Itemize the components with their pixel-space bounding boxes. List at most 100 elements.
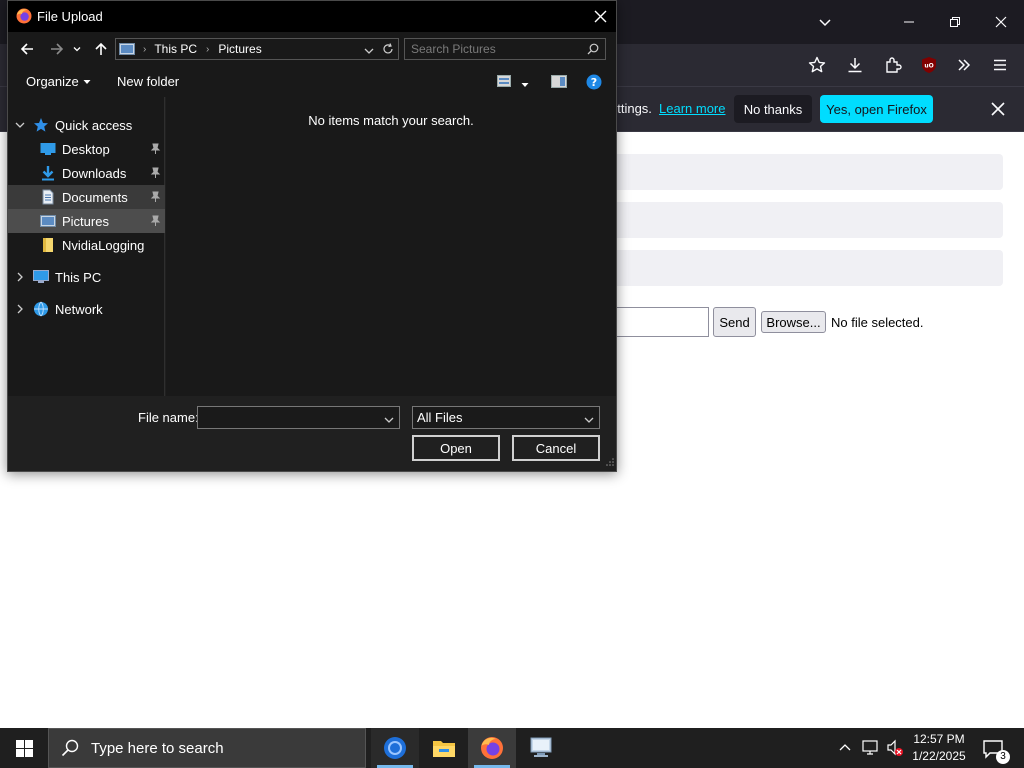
taskbar-app-file-explorer[interactable] xyxy=(420,728,468,768)
close-notice-icon[interactable] xyxy=(984,95,1012,123)
file-name-dropdown-chevron-icon[interactable] xyxy=(384,413,394,428)
desktop-label: Desktop xyxy=(62,141,110,157)
forward-arrow-icon[interactable] xyxy=(46,38,68,60)
file-type-select[interactable]: All Files xyxy=(412,406,600,429)
more-tools-icon[interactable] xyxy=(949,50,979,80)
taskbar-app-firefox[interactable] xyxy=(468,728,516,768)
resize-grip-icon[interactable] xyxy=(606,454,614,469)
file-explorer-icon xyxy=(433,741,455,757)
nav-nvidialogging[interactable]: NvidiaLogging xyxy=(8,233,165,257)
notification-count-badge: 3 xyxy=(996,750,1010,764)
remote-desktop-icon xyxy=(530,737,552,757)
downloads-icon[interactable] xyxy=(840,50,870,80)
volume-muted-icon[interactable] xyxy=(886,739,904,760)
system-clock[interactable]: 12:57 PM 1/22/2025 xyxy=(908,731,970,765)
svg-text:?: ? xyxy=(591,76,597,89)
close-window-icon[interactable] xyxy=(978,0,1024,44)
learn-more-link[interactable]: Learn more xyxy=(659,101,725,116)
minimize-icon[interactable] xyxy=(886,0,932,44)
breadcrumb-this-pc[interactable]: This PC xyxy=(154,42,197,56)
star-icon xyxy=(33,117,49,133)
file-list-pane[interactable]: No items match your search. xyxy=(166,97,616,396)
svg-text:uO: uO xyxy=(924,63,933,70)
action-center-icon[interactable]: 3 xyxy=(982,738,1010,764)
expand-chevron-icon[interactable] xyxy=(15,270,25,285)
expand-chevron-icon[interactable] xyxy=(15,302,25,317)
windows-logo-icon xyxy=(15,739,33,757)
downloads-label: Downloads xyxy=(62,165,127,181)
breadcrumb-separator-icon: › xyxy=(206,43,210,55)
breadcrumb-pictures[interactable]: Pictures xyxy=(218,42,261,56)
nav-this-pc[interactable]: This PC xyxy=(8,265,165,289)
taskbar-search-box[interactable] xyxy=(48,728,366,768)
file-upload-dialog: File Upload › This PC › Pictures Search … xyxy=(7,0,617,472)
page-section-bar xyxy=(610,250,1003,286)
bookmark-star-icon[interactable] xyxy=(802,50,832,80)
empty-message: No items match your search. xyxy=(308,113,474,128)
nav-network[interactable]: Network xyxy=(8,297,165,321)
change-view-icon[interactable] xyxy=(497,75,511,90)
search-box[interactable] xyxy=(404,38,606,60)
dialog-footer: File name: All Files Open Cancel xyxy=(8,396,616,471)
cortana-icon xyxy=(384,737,406,759)
nav-downloads[interactable]: Downloads xyxy=(8,161,165,185)
clock-time: 12:57 PM xyxy=(913,732,965,746)
send-button[interactable]: Send xyxy=(713,307,756,337)
search-input[interactable] xyxy=(411,41,581,57)
help-icon[interactable]: ? xyxy=(586,74,602,93)
page-section-bar xyxy=(610,202,1003,238)
start-button[interactable] xyxy=(0,728,48,768)
computer-icon xyxy=(33,270,49,284)
network-tray-icon[interactable] xyxy=(862,740,880,759)
open-button[interactable]: Open xyxy=(412,435,500,461)
refresh-icon[interactable] xyxy=(382,43,394,58)
nav-pictures[interactable]: Pictures xyxy=(8,209,165,233)
nav-quick-access[interactable]: Quick access xyxy=(8,113,165,137)
ublock-icon[interactable]: uO xyxy=(914,50,944,80)
page-text-input[interactable] xyxy=(610,307,709,337)
network-label: Network xyxy=(55,301,103,317)
cancel-button[interactable]: Cancel xyxy=(512,435,600,461)
file-type-value: All Files xyxy=(417,410,463,425)
taskbar-app-remote-desktop[interactable] xyxy=(517,728,565,768)
taskbar-search-input[interactable] xyxy=(91,739,341,757)
documents-folder-icon xyxy=(40,189,56,205)
firefox-logo-icon xyxy=(16,8,32,24)
expand-chevron-icon[interactable] xyxy=(15,118,25,133)
nav-documents[interactable]: Documents xyxy=(8,185,165,209)
yes-open-firefox-button[interactable]: Yes, open Firefox xyxy=(820,95,933,123)
extensions-icon[interactable] xyxy=(878,50,908,80)
dialog-titlebar: File Upload xyxy=(8,1,616,32)
file-name-label: File name: xyxy=(138,410,199,425)
desktop-folder-icon xyxy=(40,142,56,156)
downloads-folder-icon xyxy=(40,165,56,181)
recent-locations-chevron-icon[interactable] xyxy=(70,38,84,60)
browse-button[interactable]: Browse... xyxy=(761,311,826,333)
view-options-chevron-icon[interactable] xyxy=(521,77,529,92)
nav-desktop[interactable]: Desktop xyxy=(8,137,165,161)
no-thanks-button[interactable]: No thanks xyxy=(734,95,812,123)
taskbar-app-cortana[interactable] xyxy=(371,728,419,768)
search-icon[interactable] xyxy=(587,43,599,58)
file-name-field[interactable] xyxy=(197,406,400,429)
pin-icon xyxy=(150,191,161,203)
command-bar: Organize New folder ? xyxy=(8,65,616,97)
list-all-tabs-icon[interactable] xyxy=(802,0,848,44)
dialog-title: File Upload xyxy=(37,9,103,24)
menu-icon[interactable] xyxy=(985,50,1015,80)
new-folder-button[interactable]: New folder xyxy=(117,74,179,89)
pictures-folder-icon xyxy=(119,42,135,56)
quick-access-label: Quick access xyxy=(55,117,133,133)
address-dropdown-chevron-icon[interactable] xyxy=(364,44,374,59)
back-arrow-icon[interactable] xyxy=(16,38,38,60)
address-bar[interactable]: › This PC › Pictures xyxy=(115,38,399,60)
restore-icon[interactable] xyxy=(932,0,978,44)
up-arrow-icon[interactable] xyxy=(90,38,112,60)
taskbar: 12:57 PM 1/22/2025 3 xyxy=(0,728,1024,768)
organize-button[interactable]: Organize xyxy=(26,74,91,89)
show-hidden-icons-chevron-icon[interactable] xyxy=(838,740,852,757)
navigation-pane: Quick access Desktop Downloads Documents xyxy=(8,97,165,396)
dialog-close-icon[interactable] xyxy=(584,1,616,32)
pictures-label: Pictures xyxy=(62,213,109,229)
preview-pane-icon[interactable] xyxy=(551,75,567,91)
